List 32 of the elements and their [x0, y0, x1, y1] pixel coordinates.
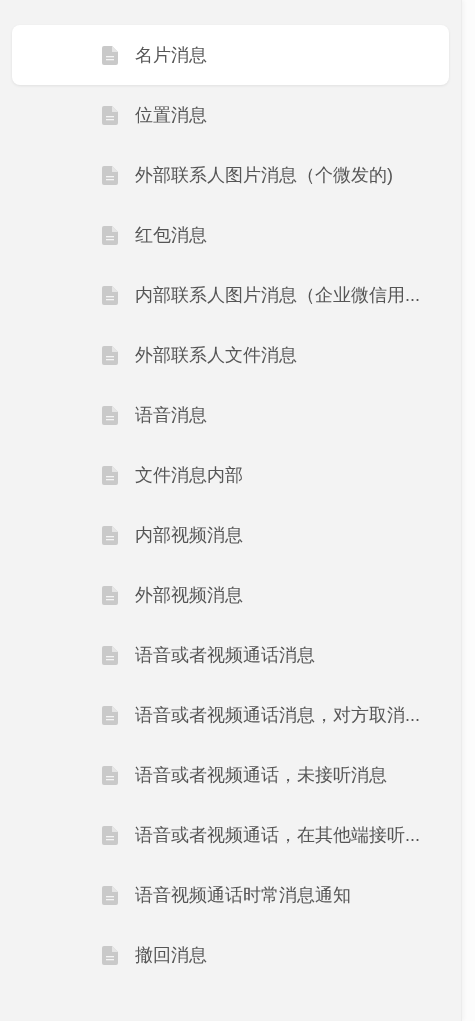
sidebar-item[interactable]: 语音或者视频通话，未接听消息: [12, 745, 449, 805]
document-icon: [102, 345, 118, 365]
sidebar-item[interactable]: 文件消息内部: [12, 445, 449, 505]
document-icon: [102, 465, 118, 485]
document-icon: [102, 225, 118, 245]
document-icon: [102, 945, 118, 965]
document-icon: [102, 45, 118, 65]
sidebar-item[interactable]: 名片消息: [12, 25, 449, 85]
sidebar-item[interactable]: 语音或者视频通话消息，对方取消...: [12, 685, 449, 745]
document-icon: [102, 885, 118, 905]
sidebar-item[interactable]: 外部视频消息: [12, 565, 449, 625]
sidebar-item[interactable]: 撤回消息: [12, 925, 449, 985]
document-icon: [102, 285, 118, 305]
sidebar-item[interactable]: 内部联系人图片消息（企业微信用...: [12, 265, 449, 325]
sidebar-item[interactable]: 外部联系人文件消息: [12, 325, 449, 385]
document-icon: [102, 585, 118, 605]
sidebar-item[interactable]: 语音或者视频通话消息: [12, 625, 449, 685]
document-icon: [102, 405, 118, 425]
document-icon: [102, 825, 118, 845]
sidebar-item[interactable]: 位置消息: [12, 85, 449, 145]
document-icon: [102, 105, 118, 125]
sidebar-item[interactable]: 语音或者视频通话，在其他端接听...: [12, 805, 449, 865]
document-icon: [102, 165, 118, 185]
document-icon: [102, 765, 118, 785]
document-icon: [102, 705, 118, 725]
sidebar-item[interactable]: 内部视频消息: [12, 505, 449, 565]
sidebar-item[interactable]: 外部联系人图片消息（个微发的): [12, 145, 449, 205]
sidebar-item[interactable]: 语音消息: [12, 385, 449, 445]
document-icon: [102, 645, 118, 665]
document-icon: [102, 525, 118, 545]
sidebar-item[interactable]: 语音视频通话时常消息通知: [12, 865, 449, 925]
sidebar-item[interactable]: 红包消息: [12, 205, 449, 265]
